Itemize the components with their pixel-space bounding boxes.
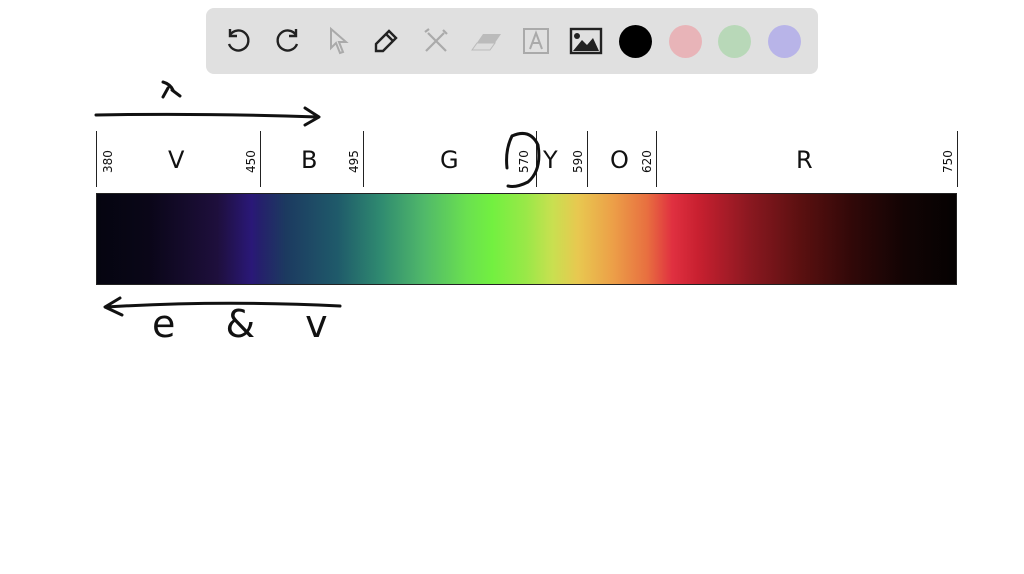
circle-mark bbox=[505, 132, 541, 188]
handwritten-note: e & v bbox=[152, 302, 328, 346]
wavelength-arrow-right bbox=[94, 106, 321, 127]
handwritten-annotations bbox=[94, 80, 541, 317]
lambda-symbol bbox=[161, 80, 182, 99]
